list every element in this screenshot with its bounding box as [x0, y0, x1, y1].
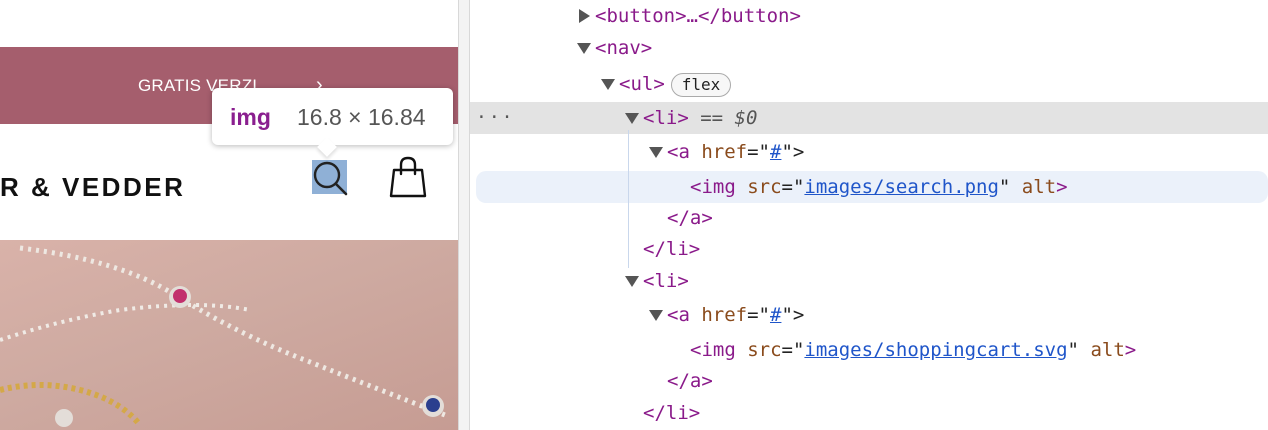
- brand-logo-text[interactable]: R & VEDDER: [0, 172, 185, 203]
- node-text: </a>: [667, 207, 713, 229]
- attr-name: alt: [1090, 339, 1125, 361]
- collapse-triangle-icon[interactable]: [649, 310, 663, 321]
- node-text: <nav>: [595, 37, 653, 59]
- node-text: </li>: [643, 402, 701, 424]
- attr-name: href: [701, 141, 748, 163]
- page-preview: GRATIS VERZI › R & VEDDER img 16.8 × 16.…: [0, 0, 458, 430]
- attr-name: src: [747, 339, 782, 361]
- collapse-triangle-icon[interactable]: [649, 147, 663, 158]
- node-text: <ul>: [619, 73, 665, 95]
- attr-quote: ": [998, 176, 1011, 198]
- tag-open: <img: [690, 176, 748, 198]
- dom-node-button[interactable]: <button>…</button>: [470, 0, 1268, 32]
- attr-close: ">: [781, 304, 805, 326]
- selected-marker: ==: [688, 107, 735, 129]
- attr-eq: =": [747, 141, 770, 163]
- collapse-triangle-icon[interactable]: [577, 43, 591, 54]
- node-text: <li>: [643, 270, 689, 292]
- expand-triangle-icon[interactable]: [579, 9, 590, 23]
- dom-node-nav[interactable]: <nav>: [470, 32, 1268, 64]
- dom-node-a[interactable]: <a href="#">: [470, 136, 1268, 168]
- attr-name: href: [701, 304, 748, 326]
- attr-name: src: [747, 176, 782, 198]
- tag-close: >: [1056, 176, 1068, 198]
- selected-var: $0: [734, 107, 758, 129]
- tooltip-tag-name: img: [230, 104, 271, 130]
- attr-eq: =": [781, 339, 805, 361]
- attr-close: ">: [781, 141, 805, 163]
- attr-name: alt: [1021, 176, 1057, 198]
- elements-panel: <button>…</button> <nav> <ul> flex ··· <l…: [470, 0, 1268, 430]
- flex-badge[interactable]: flex: [670, 72, 732, 97]
- top-strip: [0, 0, 458, 20]
- dom-node-a-close[interactable]: </a>: [470, 202, 1268, 234]
- tag-open: <a: [667, 141, 702, 163]
- dom-node-li[interactable]: <li>: [470, 265, 1268, 297]
- node-text: <button>…</button>: [595, 5, 801, 27]
- dom-node-img-search[interactable]: <img src="images/search.png" alt>: [476, 171, 1268, 203]
- attr-eq: =": [747, 304, 770, 326]
- node-text: </li>: [643, 238, 701, 260]
- tree-guide-line: [628, 130, 629, 268]
- attr-eq: =": [781, 176, 805, 198]
- node-text: <li>: [643, 107, 689, 129]
- tag-open: <a: [667, 304, 702, 326]
- more-options-icon[interactable]: ···: [476, 102, 515, 134]
- collapse-triangle-icon[interactable]: [625, 276, 639, 287]
- dom-node-li-close[interactable]: </li>: [470, 233, 1268, 265]
- panel-splitter[interactable]: [458, 0, 470, 430]
- node-text: </a>: [667, 370, 713, 392]
- dom-node-ul[interactable]: <ul> flex: [470, 68, 1268, 100]
- search-icon[interactable]: [310, 159, 350, 197]
- dom-node-li-selected[interactable]: ··· <li> == $0: [470, 102, 1268, 134]
- collapse-triangle-icon[interactable]: [601, 79, 615, 90]
- src-link[interactable]: images/shoppingcart.svg: [804, 339, 1067, 361]
- hero-jewelry-image: [0, 240, 458, 430]
- attr-quote: ": [1067, 339, 1079, 361]
- dom-node-img-cart[interactable]: <img src="images/shoppingcart.svg" alt>: [470, 334, 1268, 366]
- dom-node-li-close[interactable]: </li>: [470, 397, 1268, 429]
- href-link[interactable]: #: [770, 141, 781, 163]
- dom-node-a-close[interactable]: </a>: [470, 365, 1268, 397]
- collapse-triangle-icon[interactable]: [625, 113, 639, 124]
- dom-node-a[interactable]: <a href="#">: [470, 299, 1268, 331]
- src-link[interactable]: images/search.png: [804, 176, 998, 198]
- href-link[interactable]: #: [770, 304, 781, 326]
- tag-open: <img: [690, 339, 748, 361]
- tooltip-dimensions: 16.8 × 16.84: [297, 104, 426, 130]
- shopping-bag-icon[interactable]: [388, 156, 428, 198]
- tag-close: >: [1124, 339, 1137, 361]
